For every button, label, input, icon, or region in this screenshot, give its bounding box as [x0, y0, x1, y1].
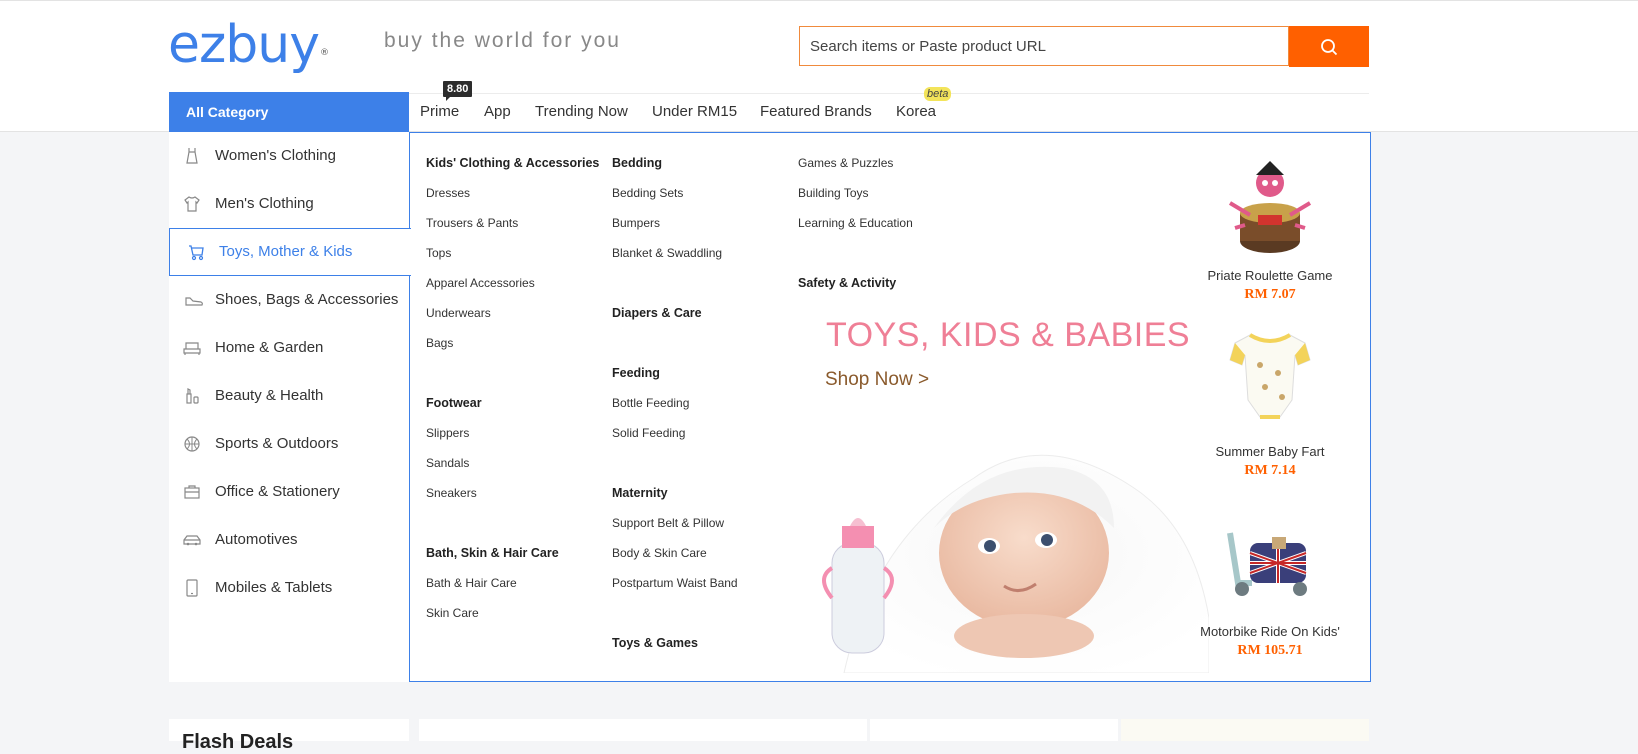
category-dropdown-panel: Kids' Clothing & Accessories Dresses Tro…: [409, 132, 1371, 682]
dress-icon: [186, 148, 198, 164]
phone-icon: [186, 579, 198, 597]
sidebar-item-label: Mobiles & Tablets: [215, 579, 333, 596]
sidebar-item-beauty-health[interactable]: Beauty & Health: [169, 372, 409, 420]
category-heading[interactable]: Toys & Games: [612, 636, 698, 650]
registered-mark: ®: [320, 48, 329, 58]
banner-card[interactable]: [1121, 719, 1369, 741]
ezbuy-logo[interactable]: ezbuy ®: [168, 15, 329, 75]
sidebar-item-label: Home & Garden: [215, 339, 324, 356]
category-link[interactable]: Bags: [426, 336, 453, 350]
category-link[interactable]: Bath & Hair Care: [426, 576, 517, 590]
baby-promo-image[interactable]: [814, 418, 1209, 673]
pirate-roulette-image: [1228, 161, 1312, 253]
category-link[interactable]: Postpartum Waist Band: [612, 576, 738, 590]
sidebar-item-label: Office & Stationery: [215, 483, 340, 500]
category-sidebar: Women's Clothing Men's Clothing Toys, Mo…: [169, 132, 411, 682]
sidebar-item-label: Men's Clothing: [215, 195, 314, 212]
sidebar-item-label: Sports & Outdoors: [215, 435, 339, 452]
category-link[interactable]: Solid Feeding: [612, 426, 685, 440]
shoe-icon: [185, 297, 203, 306]
category-heading[interactable]: Safety & Activity: [798, 276, 896, 290]
sidebar-item-label: Automotives: [215, 531, 298, 548]
sidebar-item-label: Beauty & Health: [215, 387, 324, 404]
sidebar-item-sports-outdoors[interactable]: Sports & Outdoors: [169, 420, 409, 468]
category-heading[interactable]: Footwear: [426, 396, 482, 410]
sidebar-item-mobiles-tablets[interactable]: Mobiles & Tablets: [169, 564, 409, 612]
category-link[interactable]: Bedding Sets: [612, 186, 683, 200]
motorbike-ride-on-image: [1227, 532, 1307, 596]
sidebar-item-label: Shoes, Bags & Accessories: [215, 291, 399, 308]
nav-app[interactable]: App: [484, 103, 511, 120]
product-price: RM 7.07: [1244, 287, 1296, 302]
sidebar-item-office-stationery[interactable]: Office & Stationery: [169, 468, 409, 516]
briefcase-icon: [184, 485, 200, 499]
stroller-icon: [189, 245, 204, 261]
cosmetics-icon: [186, 388, 199, 404]
nav-under-rm15[interactable]: Under RM15: [652, 103, 737, 120]
sidebar-item-shoes-bags[interactable]: Shoes, Bags & Accessories: [169, 276, 409, 324]
category-link[interactable]: Games & Puzzles: [798, 156, 893, 170]
product-price: RM 7.14: [1244, 463, 1296, 478]
banner-card[interactable]: [419, 719, 867, 741]
search-icon: [1321, 39, 1338, 56]
category-link[interactable]: Blanket & Swaddling: [612, 246, 722, 260]
ball-icon: [184, 436, 200, 452]
product-name: Summer Baby Fart: [1215, 444, 1325, 459]
category-heading[interactable]: Diapers & Care: [612, 306, 702, 320]
category-link[interactable]: Bottle Feeding: [612, 396, 689, 410]
sidebar-item-label: Women's Clothing: [215, 147, 336, 164]
nav-trending-now[interactable]: Trending Now: [535, 103, 628, 120]
nav-korea[interactable]: Korea: [896, 103, 936, 120]
category-link[interactable]: Sneakers: [426, 486, 477, 500]
category-heading[interactable]: Kids' Clothing & Accessories: [426, 156, 599, 170]
category-link[interactable]: Slippers: [426, 426, 469, 440]
category-heading[interactable]: Bath, Skin & Hair Care: [426, 546, 559, 560]
product-card[interactable]: Priate Roulette Game RM 7.07: [1180, 153, 1360, 303]
sidebar-item-toys-mother-kids[interactable]: Toys, Mother & Kids: [169, 228, 411, 276]
all-category-button[interactable]: All Category: [169, 92, 409, 132]
category-heading[interactable]: Feeding: [612, 366, 660, 380]
category-link[interactable]: Learning & Education: [798, 216, 913, 230]
category-link[interactable]: Body & Skin Care: [612, 546, 707, 560]
product-card[interactable]: Summer Baby Fart RM 7.14: [1180, 325, 1360, 479]
sofa-icon: [183, 342, 201, 355]
nav-prime[interactable]: Prime: [420, 103, 459, 120]
flash-deals-title: Flash Deals: [182, 731, 294, 753]
product-card[interactable]: Motorbike Ride On Kids' RM 105.71: [1180, 521, 1360, 659]
search-input[interactable]: [799, 26, 1289, 66]
nav-divider: [409, 93, 1369, 94]
logo-text: ezbuy: [168, 15, 320, 75]
nav-featured-brands[interactable]: Featured Brands: [760, 103, 872, 120]
sidebar-item-home-garden[interactable]: Home & Garden: [169, 324, 409, 372]
banner-card[interactable]: [870, 719, 1118, 741]
category-link[interactable]: Skin Care: [426, 606, 479, 620]
beta-badge: beta: [924, 87, 952, 101]
category-link[interactable]: Tops: [426, 246, 451, 260]
category-link[interactable]: Dresses: [426, 186, 470, 200]
baby-romper-image: [1229, 333, 1311, 419]
sidebar-item-automotives[interactable]: Automotives: [169, 516, 409, 564]
car-icon: [183, 535, 201, 546]
category-link[interactable]: Sandals: [426, 456, 469, 470]
category-link[interactable]: Bumpers: [612, 216, 660, 230]
product-name: Motorbike Ride On Kids': [1200, 624, 1340, 639]
category-heading[interactable]: Maternity: [612, 486, 668, 500]
promo-title: TOYS, KIDS & BABIES: [826, 316, 1191, 354]
category-link[interactable]: Building Toys: [798, 186, 869, 200]
product-name: Priate Roulette Game: [1207, 268, 1333, 283]
shop-now-link[interactable]: Shop Now >: [825, 369, 929, 391]
category-heading[interactable]: Bedding: [612, 156, 662, 170]
category-link[interactable]: Apparel Accessories: [426, 276, 535, 290]
product-price: RM 105.71: [1237, 643, 1303, 658]
category-link[interactable]: Trousers & Pants: [426, 216, 518, 230]
tagline: buy the world for you: [384, 29, 621, 52]
category-link[interactable]: Underwears: [426, 306, 491, 320]
category-link[interactable]: Support Belt & Pillow: [612, 516, 724, 530]
sidebar-item-label: Toys, Mother & Kids: [219, 243, 353, 260]
shirt-icon: [184, 196, 200, 212]
prime-price-badge: 8.80: [443, 81, 473, 101]
search-button[interactable]: [1289, 26, 1369, 67]
sidebar-item-womens-clothing[interactable]: Women's Clothing: [169, 132, 409, 180]
sidebar-item-mens-clothing[interactable]: Men's Clothing: [169, 180, 409, 228]
